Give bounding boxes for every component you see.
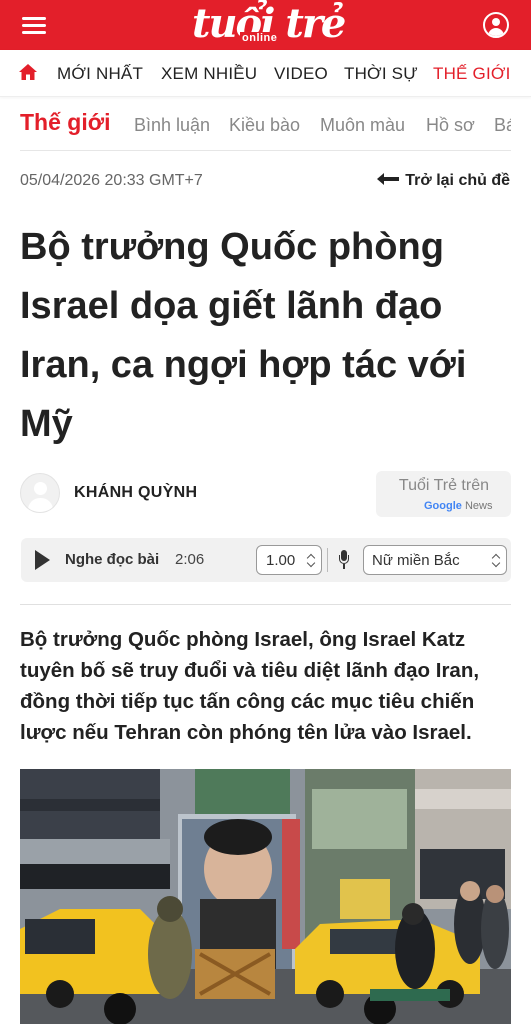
voice-select[interactable]: Nữ miền Bắc <box>363 545 507 575</box>
street-scene-image <box>20 769 511 1024</box>
voice-value: Nữ miền Bắc <box>372 552 460 569</box>
speed-select[interactable]: 1.00 <box>256 545 322 575</box>
section-item-truncated[interactable]: Bá <box>494 115 511 136</box>
speed-value: 1.00 <box>266 552 296 569</box>
nav-item-thoi-su[interactable]: THỜI SỰ <box>344 64 418 84</box>
back-to-topic-label: Trở lại chủ đề <box>405 172 510 189</box>
microphone-icon <box>338 550 350 570</box>
back-to-topic-link[interactable]: Trở lại chủ đề <box>377 172 510 190</box>
divider <box>20 604 511 605</box>
google-news-label: Tuổi Trẻ trên <box>398 477 489 494</box>
section-nav: Thế giới Bình luận Kiều bào Muôn màu Hồ … <box>20 107 511 151</box>
audio-duration: 2:06 <box>175 551 205 568</box>
news-brand-text: News <box>464 500 493 512</box>
logo-sub-text: online <box>240 32 280 44</box>
section-item-kieu-bao[interactable]: Kiều bào <box>229 115 300 136</box>
section-item-muon-mau[interactable]: Muôn màu <box>320 115 405 136</box>
site-logo[interactable]: tuổi trẻ online <box>190 0 346 48</box>
chevron-updown-icon <box>492 553 500 567</box>
article-headline: Bộ trưởng Quốc phòng Israel dọa giết lãn… <box>20 226 467 445</box>
menu-icon[interactable] <box>22 14 48 36</box>
audio-label: Nghe đọc bài <box>65 551 160 568</box>
google-news-button[interactable]: Tuổi Trẻ trên Google News <box>376 471 511 517</box>
audio-player: Nghe đọc bài 2:06 1.00 Nữ miền Bắc <box>21 538 511 582</box>
home-icon[interactable] <box>18 63 38 81</box>
article-date: 05/04/2026 20:33 GMT+7 <box>20 172 203 189</box>
chevron-updown-icon <box>307 553 315 567</box>
article-photo[interactable] <box>20 769 511 1024</box>
user-icon[interactable] <box>483 12 509 38</box>
nav-item-moi-nhat[interactable]: MỚI NHẤT <box>57 64 143 84</box>
nav-item-video[interactable]: VIDEO <box>274 64 328 84</box>
nav-item-the-gioi[interactable]: THẾ GIỚI <box>433 64 511 84</box>
play-icon[interactable] <box>35 550 50 570</box>
main-nav: MỚI NHẤT XEM NHIỀU VIDEO THỜI SỰ THẾ GIỚ… <box>0 50 531 97</box>
author-avatar[interactable] <box>20 473 60 513</box>
google-news-logo: Google News <box>424 500 492 512</box>
divider <box>327 548 328 572</box>
section-item-ho-so[interactable]: Hồ sơ <box>426 115 475 136</box>
top-bar: tuổi trẻ online <box>0 0 531 50</box>
section-title[interactable]: Thế giới <box>20 109 110 136</box>
google-brand-text: Google <box>424 500 462 512</box>
section-item-binh-luan[interactable]: Bình luận <box>134 115 210 136</box>
nav-item-xem-nhieu[interactable]: XEM NHIỀU <box>161 64 257 84</box>
article-lede: Bộ trưởng Quốc phòng Israel, ông Israel … <box>20 628 480 744</box>
arrow-left-icon <box>377 173 400 186</box>
author-name[interactable]: KHÁNH QUỲNH <box>74 484 197 502</box>
